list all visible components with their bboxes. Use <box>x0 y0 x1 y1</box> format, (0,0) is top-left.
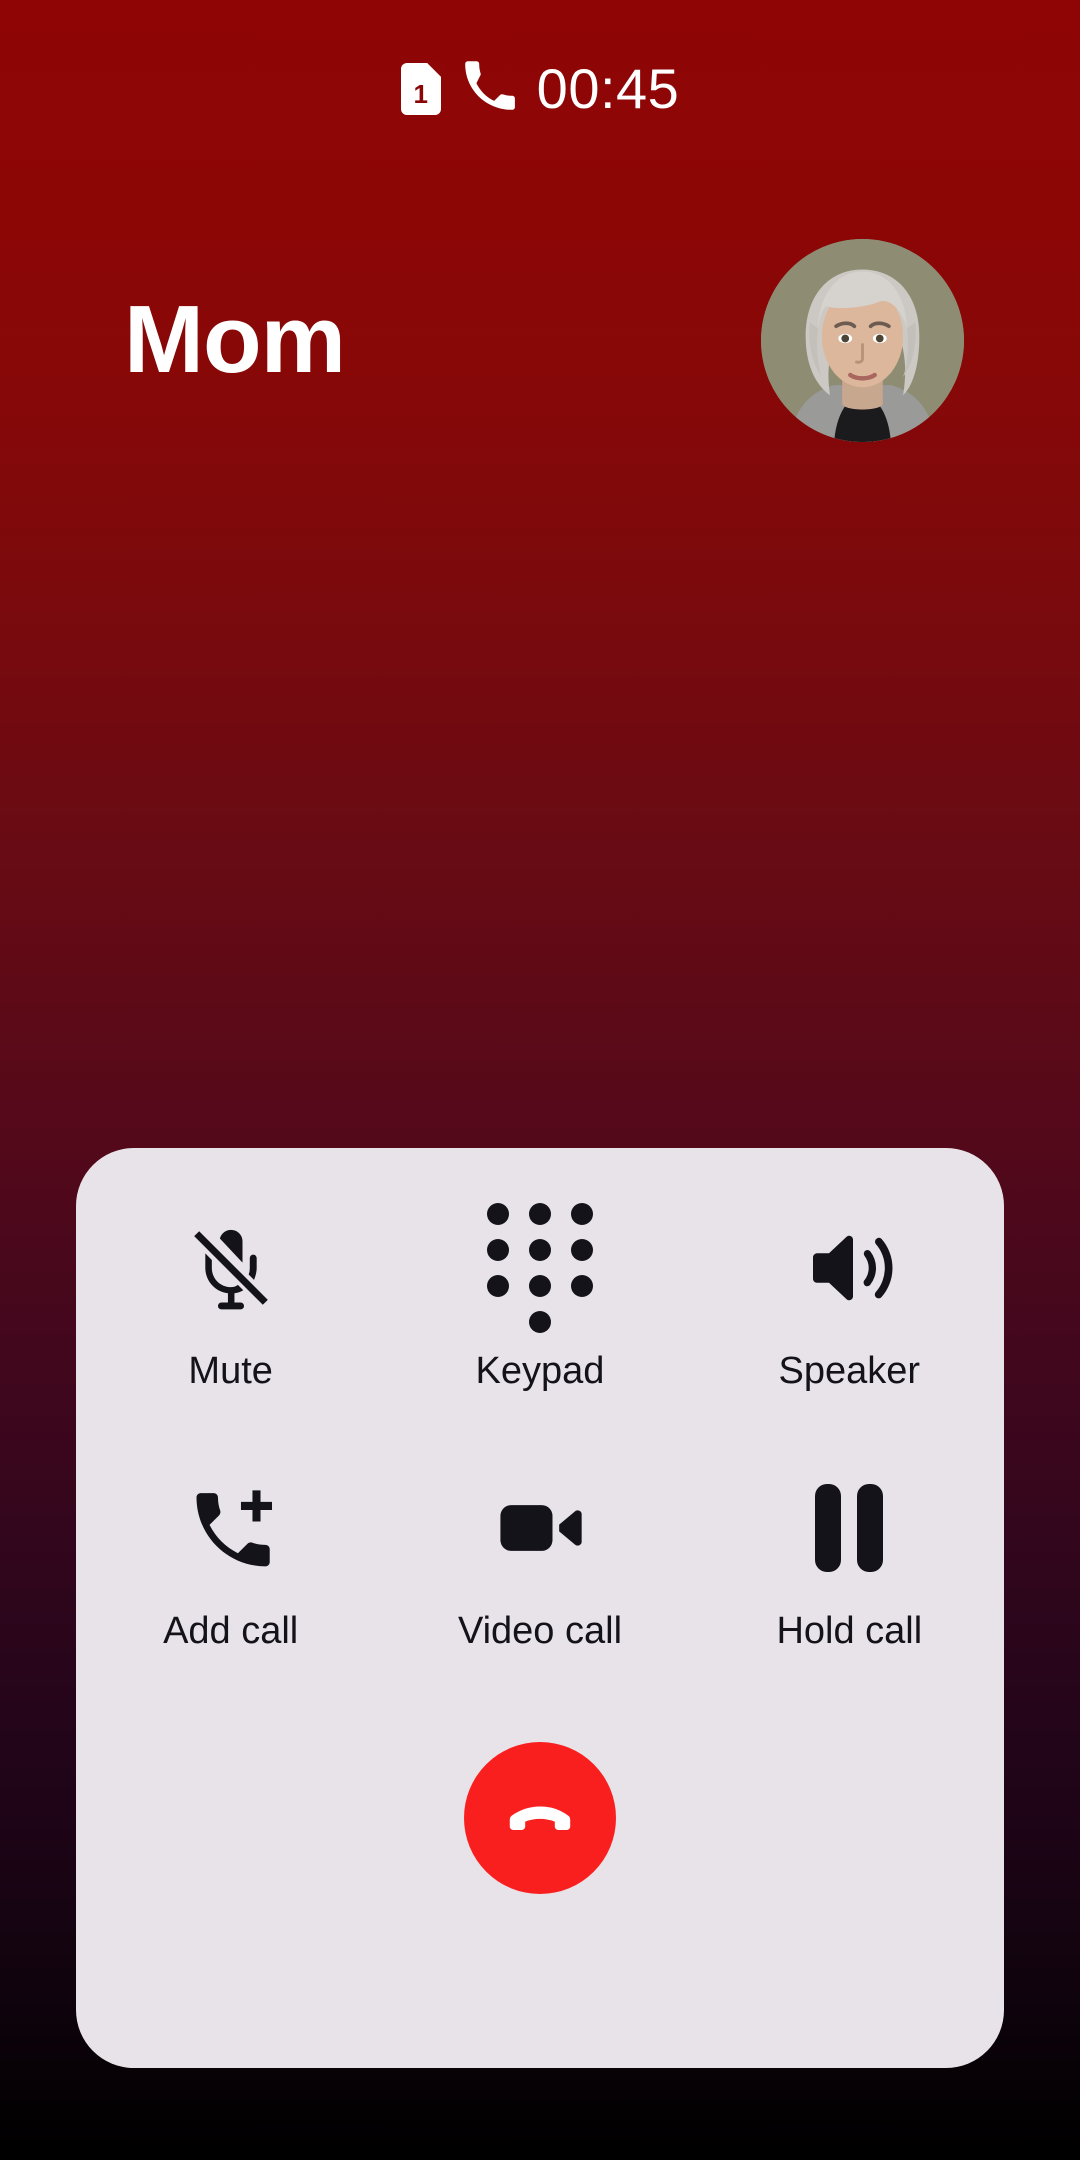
hold-call-button[interactable]: Hold call <box>695 1468 1004 1650</box>
add-call-icon <box>185 1468 277 1588</box>
keypad-icon <box>486 1203 593 1333</box>
in-call-screen: 1 00:45 Mom Mute Keypad Speaker Add call… <box>0 0 1080 2160</box>
video-call-button[interactable]: Video call <box>385 1468 694 1650</box>
end-call-button[interactable] <box>464 1742 616 1894</box>
add-call-button-label: Add call <box>163 1610 299 1652</box>
controls-row-secondary: Add call Video call Hold call <box>76 1468 1004 1650</box>
call-controls-panel: Mute Keypad Speaker Add call Video call … <box>76 1148 1004 2068</box>
mute-button[interactable]: Mute <box>76 1208 385 1390</box>
video-camera-icon <box>490 1468 590 1588</box>
avatar <box>761 238 964 442</box>
pause-icon <box>815 1468 884 1588</box>
status-bar: 1 00:45 <box>0 58 1080 119</box>
mic-off-icon <box>185 1208 277 1328</box>
sim-card-icon: 1 <box>400 61 442 115</box>
call-duration-timer: 00:45 <box>536 56 680 120</box>
speaker-button-label: Speaker <box>778 1350 921 1392</box>
caller-info: Mom <box>0 230 1080 450</box>
end-call-row <box>76 1742 1004 1894</box>
sim-slot-number: 1 <box>413 78 428 109</box>
hold-call-button-label: Hold call <box>776 1610 923 1652</box>
caller-name: Mom <box>124 286 346 393</box>
add-call-button[interactable]: Add call <box>76 1468 385 1650</box>
keypad-button[interactable]: Keypad <box>385 1203 694 1392</box>
video-call-button-label: Video call <box>457 1610 623 1652</box>
speaker-button[interactable]: Speaker <box>695 1208 1004 1390</box>
end-call-handset-icon <box>503 1780 577 1857</box>
keypad-button-label: Keypad <box>475 1350 605 1392</box>
controls-row-primary: Mute Keypad Speaker <box>76 1203 1004 1392</box>
mute-button-label: Mute <box>188 1350 273 1392</box>
speaker-icon <box>801 1208 897 1328</box>
sim-notch <box>425 61 442 78</box>
phone-handset-icon <box>461 58 517 119</box>
